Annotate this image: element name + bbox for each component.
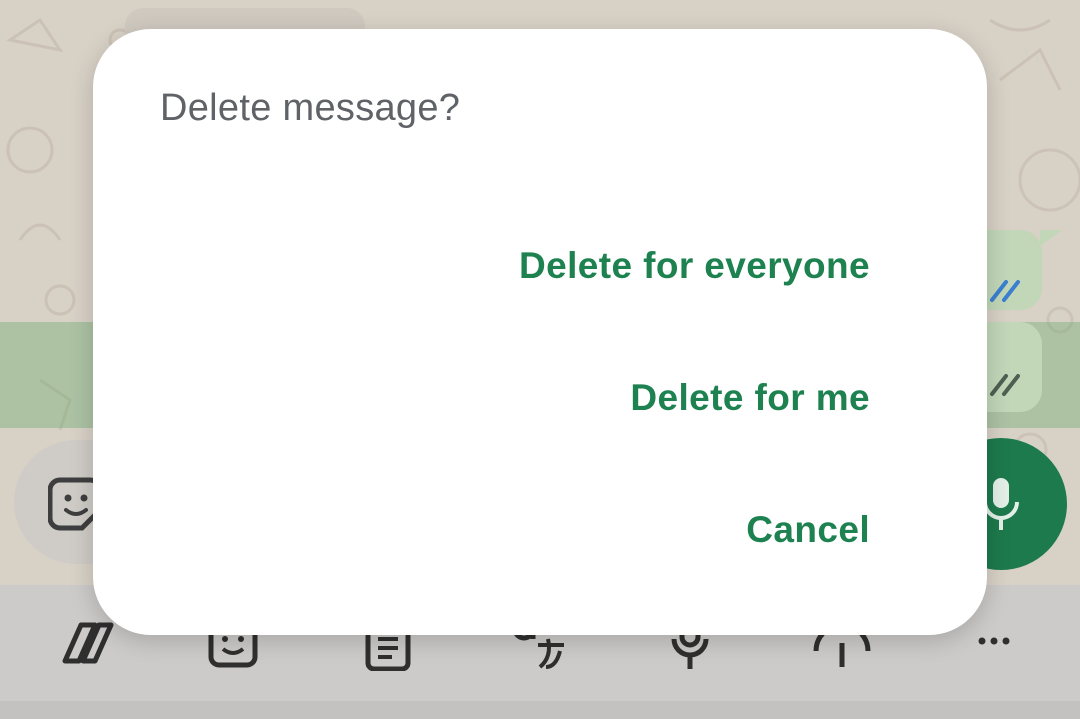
copilot-icon [62, 622, 114, 664]
bubble-tail [1040, 230, 1062, 246]
screen: Delete message? Delete for everyone Dele… [0, 0, 1080, 719]
more-button[interactable] [962, 615, 1026, 671]
delete-message-dialog: Delete message? Delete for everyone Dele… [93, 29, 987, 635]
delete-for-me-button[interactable]: Delete for me [630, 377, 870, 419]
dialog-title: Delete message? [160, 87, 461, 129]
more-icon [978, 637, 1010, 645]
copilot-button[interactable] [55, 615, 119, 671]
navigation-bar [0, 701, 1080, 719]
cancel-button[interactable]: Cancel [746, 509, 870, 551]
delivered-receipt-icon [990, 374, 1020, 396]
microphone-icon [983, 478, 1019, 530]
read-receipt-icon [990, 280, 1020, 302]
delete-for-everyone-button[interactable]: Delete for everyone [519, 245, 870, 287]
